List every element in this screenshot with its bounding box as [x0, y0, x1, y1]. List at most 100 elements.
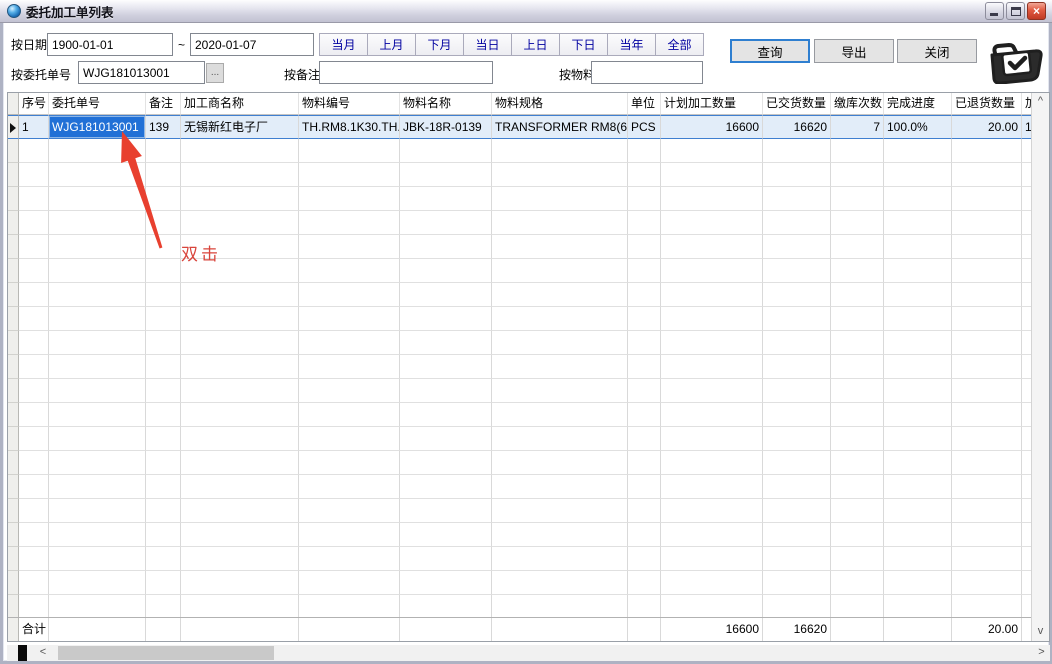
- cell[interactable]: 139: [146, 115, 181, 139]
- date-to-input[interactable]: [190, 33, 314, 56]
- vertical-scrollbar[interactable]: ^ v: [1031, 93, 1049, 641]
- scroll-down-icon[interactable]: v: [1032, 623, 1049, 641]
- cell: [884, 379, 952, 403]
- column-header[interactable]: 缴库次数: [831, 93, 884, 115]
- cell: [661, 163, 763, 187]
- scroll-left-icon[interactable]: <: [29, 645, 57, 661]
- cell[interactable]: 无锡新红电子厂: [181, 115, 299, 139]
- scroll-right-icon[interactable]: >: [1033, 645, 1050, 661]
- cell: [628, 475, 661, 499]
- column-header[interactable]: 委托单号: [49, 93, 146, 115]
- row-indicator: [8, 427, 19, 451]
- order-no-input[interactable]: [78, 61, 205, 84]
- cell: [299, 259, 400, 283]
- cell: [661, 595, 763, 619]
- cell: [884, 259, 952, 283]
- row-indicator: [8, 355, 19, 379]
- column-header[interactable]: 序号: [19, 93, 49, 115]
- empty-row: [8, 235, 1033, 259]
- maximize-button[interactable]: [1006, 2, 1025, 20]
- title-bar: 委托加工单列表 ×: [0, 0, 1052, 23]
- cell: [400, 259, 492, 283]
- column-header[interactable]: 物料名称: [400, 93, 492, 115]
- horizontal-scrollbar-thumb[interactable]: [58, 646, 274, 660]
- cell: [763, 379, 831, 403]
- scroll-up-icon[interactable]: ^: [1032, 93, 1049, 111]
- cell[interactable]: PCS: [628, 115, 661, 139]
- cell: [492, 475, 628, 499]
- quick-range-button-2[interactable]: 下月: [415, 33, 464, 56]
- cell: [49, 595, 146, 619]
- cell: [952, 427, 1022, 451]
- row-indicator: [8, 93, 19, 115]
- cell: [831, 571, 884, 595]
- row-indicator: [8, 403, 19, 427]
- remark-input[interactable]: [319, 61, 493, 84]
- column-header[interactable]: 物料规格: [492, 93, 628, 115]
- column-header[interactable]: 计划加工数量: [661, 93, 763, 115]
- quick-range-button-6[interactable]: 当年: [607, 33, 656, 56]
- cell: [146, 163, 181, 187]
- minimize-button[interactable]: [985, 2, 1004, 20]
- horizontal-scrollbar[interactable]: < >: [7, 645, 1050, 661]
- material-filter-label: 按物料: [559, 66, 595, 84]
- export-button[interactable]: 导出: [814, 39, 894, 63]
- cell: [400, 547, 492, 571]
- cell: [49, 618, 146, 641]
- selected-cell[interactable]: WJG181013001: [49, 115, 146, 139]
- cell: [400, 499, 492, 523]
- empty-row: [8, 307, 1033, 331]
- cell: [763, 139, 831, 163]
- cell: [299, 499, 400, 523]
- cell[interactable]: 1: [19, 115, 49, 139]
- column-header[interactable]: 备注: [146, 93, 181, 115]
- cell[interactable]: JBK-18R-0139: [400, 115, 492, 139]
- query-button[interactable]: 查询: [730, 39, 810, 63]
- column-header[interactable]: 物料编号: [299, 93, 400, 115]
- quick-range-button-0[interactable]: 当月: [319, 33, 368, 56]
- empty-row: [8, 595, 1033, 619]
- cell: [952, 235, 1022, 259]
- cell: [763, 403, 831, 427]
- column-header[interactable]: 单位: [628, 93, 661, 115]
- quick-range-button-4[interactable]: 上日: [511, 33, 560, 56]
- column-header[interactable]: 已退货数量: [952, 93, 1022, 115]
- table-row: 1WJG181013001139无锡新红电子厂TH.RM8.1K30.TH.(J…: [8, 115, 1033, 139]
- quick-range-button-5[interactable]: 下日: [559, 33, 608, 56]
- cell[interactable]: TH.RM8.1K30.TH.(: [299, 115, 400, 139]
- cell: [181, 427, 299, 451]
- cell: [952, 403, 1022, 427]
- cell: [952, 475, 1022, 499]
- cell: [49, 331, 146, 355]
- cell[interactable]: 100.0%: [884, 115, 952, 139]
- column-header[interactable]: 已交货数量: [763, 93, 831, 115]
- material-input[interactable]: [591, 61, 703, 84]
- quick-range-button-7[interactable]: 全部: [655, 33, 704, 56]
- quick-range-button-3[interactable]: 当日: [463, 33, 512, 56]
- cell: 20.00: [952, 618, 1022, 641]
- date-filter-label: 按日期: [11, 36, 47, 54]
- quick-range-button-1[interactable]: 上月: [367, 33, 416, 56]
- cell: 16620: [763, 618, 831, 641]
- cell[interactable]: 16600: [661, 115, 763, 139]
- cell: [661, 403, 763, 427]
- cell: [299, 163, 400, 187]
- folder-check-icon[interactable]: [986, 42, 1046, 84]
- cell: [400, 427, 492, 451]
- order-no-browse-button[interactable]: ...: [206, 63, 224, 83]
- cell[interactable]: 16620: [763, 115, 831, 139]
- cell[interactable]: 7: [831, 115, 884, 139]
- cell: [49, 499, 146, 523]
- cell: [49, 211, 146, 235]
- column-header[interactable]: 完成进度: [884, 93, 952, 115]
- cell: [952, 379, 1022, 403]
- close-window-button[interactable]: 关闭: [897, 39, 977, 63]
- cell: [492, 163, 628, 187]
- cell: [628, 595, 661, 619]
- close-button[interactable]: ×: [1027, 2, 1046, 20]
- column-header[interactable]: 加工商名称: [181, 93, 299, 115]
- date-from-input[interactable]: [47, 33, 173, 56]
- cell[interactable]: TRANSFORMER RM8(6: [492, 115, 628, 139]
- cell[interactable]: 20.00: [952, 115, 1022, 139]
- cell: [299, 475, 400, 499]
